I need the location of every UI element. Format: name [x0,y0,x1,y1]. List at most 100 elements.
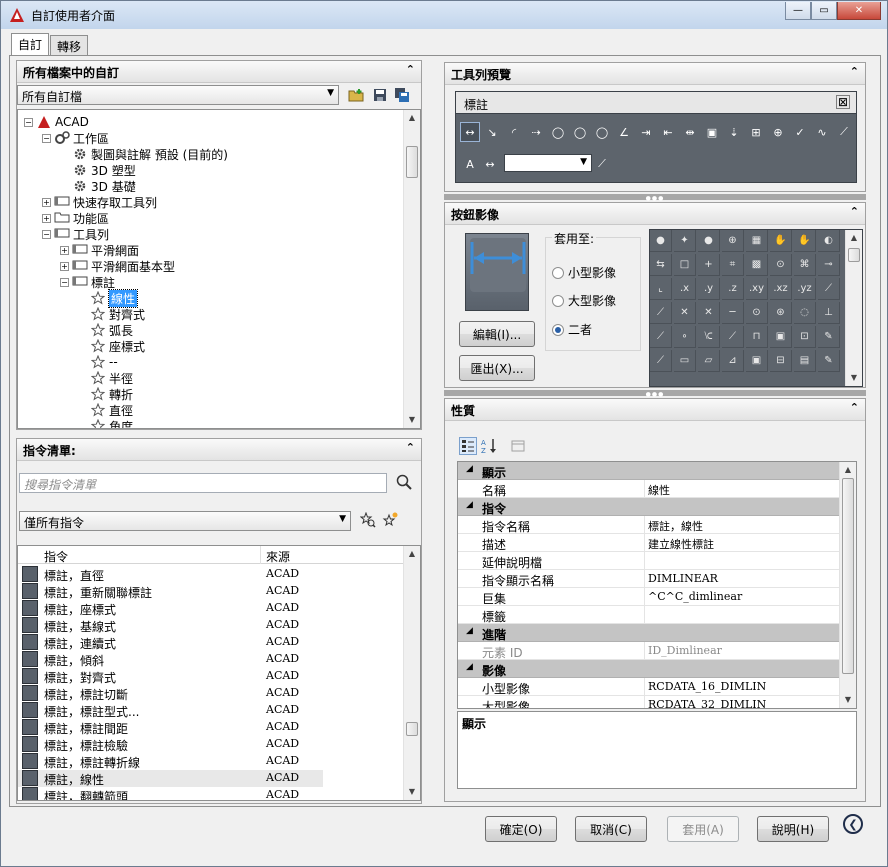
image-grid-scrollbar[interactable]: ▲ ▼ [845,230,862,386]
image-grid-icon[interactable]: ▣ [746,350,768,372]
break-icon[interactable]: ⇣ [724,122,744,142]
ok-button[interactable]: 確定(O) [485,816,557,842]
new-command-button[interactable] [381,511,399,529]
command-row[interactable]: 標註，線性 ACAD [18,770,323,787]
command-list-header[interactable]: 指令清單: ⌃ [17,439,421,461]
image-grid-icon[interactable]: ⊙ [746,302,768,324]
tree-scrollbar[interactable]: ▲ ▼ [403,110,420,428]
image-grid-icon[interactable]: ▣ [770,326,792,348]
property-category[interactable]: ◢ 影像 [458,660,844,678]
image-grid-icon[interactable]: ⊓ [746,326,768,348]
collapse-category-icon[interactable]: ◢ [466,464,473,474]
property-pages-button[interactable] [509,437,527,455]
image-grid-icon[interactable]: ● [698,230,720,252]
property-value[interactable]: 建立線性標註 [648,536,714,552]
inspect-icon[interactable]: ✓ [790,122,810,142]
image-grid-icon[interactable]: .y [698,278,720,300]
image-grid-icon[interactable]: .x [674,278,696,300]
command-row[interactable]: 標註，連續式 ACAD [18,634,323,651]
edit-image-button[interactable]: 編輯(I)... [459,321,535,347]
property-row[interactable]: 元素 ID ID_Dimlinear [458,642,844,660]
tree-item[interactable]: 製圖與註解 預設 (目前的) [60,146,228,162]
image-grid-icon[interactable]: ⌘ [794,254,816,276]
collapse-tree-icon[interactable]: − [24,117,33,127]
property-value[interactable]: DIMLINEAR [648,572,718,585]
edit-dim-icon[interactable]: ⟋ [834,122,854,142]
image-grid-icon[interactable]: ✕ [674,302,696,324]
image-grid-icon[interactable]: ⊥ [818,302,840,324]
angular-icon[interactable]: ∠ [614,122,634,142]
image-grid-icon[interactable]: ⊙ [770,254,792,276]
tree-item[interactable]: 弧長 [78,322,133,338]
image-grid-icon[interactable]: ⊕ [722,230,744,252]
save-as-button[interactable] [393,86,411,104]
command-row[interactable]: 標註，對齊式 ACAD [18,668,323,685]
image-grid-icon[interactable]: ⊛ [770,302,792,324]
button-image-header[interactable]: 按鈕影像 ⌃ [445,203,865,225]
categorized-button[interactable] [459,437,477,455]
property-value[interactable]: RCDATA_16_DIMLIN [648,680,766,693]
image-grid-icon[interactable]: ⊡ [794,326,816,348]
tree-item[interactable]: + 快速存取工具列 [42,194,157,210]
command-row[interactable]: 標註，重新關聯標註 ACAD [18,583,323,600]
image-grid-icon[interactable]: ⟋ [722,326,744,348]
command-row[interactable]: 標註，基線式 ACAD [18,617,323,634]
text-edit-icon[interactable]: A [460,154,480,174]
tree-item[interactable]: 直徑 [78,402,133,418]
close-button[interactable]: ✕ [837,2,881,20]
property-row[interactable]: 大型影像 RCDATA_32_DIMLIN [458,696,844,708]
collapse-icon[interactable]: ⌃ [406,441,415,454]
tree-item[interactable]: 3D 塑型 [60,162,136,178]
expand-icon[interactable]: + [60,261,69,271]
find-command-button[interactable] [359,511,377,529]
image-grid-icon[interactable]: ◌ [794,302,816,324]
property-row[interactable]: 巨集 ^C^C_dimlinear [458,588,844,606]
splitter-handle[interactable]: ●●● [444,390,866,398]
tree-item[interactable]: − 工具列 [42,226,109,242]
scroll-up-icon[interactable]: ▲ [404,110,420,126]
image-grid-icon[interactable]: ✕ [698,302,720,324]
property-row[interactable]: 標籤 [458,606,844,624]
open-file-button[interactable] [347,86,365,104]
command-row[interactable]: 標註，傾斜 ACAD [18,651,323,668]
image-grid-icon[interactable]: + [698,254,720,276]
property-category[interactable]: ◢ 進階 [458,624,844,642]
radius-icon[interactable]: ◯ [548,122,568,142]
image-grid-icon[interactable]: .xz [770,278,792,300]
command-list[interactable]: 指令 來源 標註，直徑 ACAD 標註，重新關聯標註 ACAD 標註，座標式 ACAD 標註… [17,545,421,801]
jogged-linear-icon[interactable]: ∿ [812,122,832,142]
arc-length-icon[interactable]: ◜ [504,122,524,142]
tree-item[interactable]: 角度 [78,418,133,428]
aligned-dim-icon[interactable]: ↘ [482,122,502,142]
command-scroll-thumb[interactable] [406,722,418,736]
property-value[interactable]: 標註，線性 [648,518,703,534]
tree-item[interactable]: − 工作區 [42,130,109,146]
tree-item[interactable]: 座標式 [78,338,145,354]
image-grid-icon[interactable]: ⟋ [650,302,672,324]
scroll-down-icon[interactable]: ▼ [840,692,856,708]
collapse-tree-icon[interactable]: − [60,277,69,287]
command-list-scrollbar[interactable]: ▲ ▼ [403,546,420,800]
property-row[interactable]: 指令名稱 標註，線性 [458,516,844,534]
property-category[interactable]: ◢ 顯示 [458,462,844,480]
column-source[interactable]: 來源 [266,548,290,565]
image-grid-icon[interactable]: ⌞ [650,278,672,300]
customizations-panel-header[interactable]: 所有檔案中的自訂 ⌃ [17,61,421,83]
image-library-grid[interactable]: ● ✦ ● ⊕ ▦ ✋ ✋ ◐ ⇆ □ + ⌗ ▩ ⊙ ⌘ ⊸ ⌞ .x .y .z .xy .xz .yz ⟋ ⟋ ✕ ✕ ─ ⊙ ⊛ ◌… [649,229,863,387]
image-grid-icon[interactable]: ⊸ [818,254,840,276]
command-search-input[interactable]: 搜尋指令清單 [19,473,387,493]
image-grid-thumb[interactable] [848,248,860,262]
image-grid-icon[interactable]: ⟋ [650,326,672,348]
property-value[interactable]: ^C^C_dimlinear [648,590,742,603]
collapse-category-icon[interactable]: ◢ [466,626,473,636]
tree-item[interactable]: 3D 基礎 [60,178,136,194]
tolerance-icon[interactable]: ⊞ [746,122,766,142]
command-row[interactable]: 標註，標註切斷 ACAD [18,685,323,702]
customization-tree[interactable]: − ACAD − 工作區 製圖與註解 預設 (目前的) 3D 塑型 3D 基礎 + 快速存取工具… [17,109,421,429]
dim-update-icon[interactable]: ⟋ [592,154,612,174]
command-row[interactable]: 標註，標註間距 ACAD [18,719,323,736]
image-grid-icon[interactable]: ▦ [746,230,768,252]
collapse-category-icon[interactable]: ◢ [466,662,473,672]
image-grid-icon[interactable]: □ [674,254,696,276]
tab-customize[interactable]: 自訂 [11,33,50,55]
